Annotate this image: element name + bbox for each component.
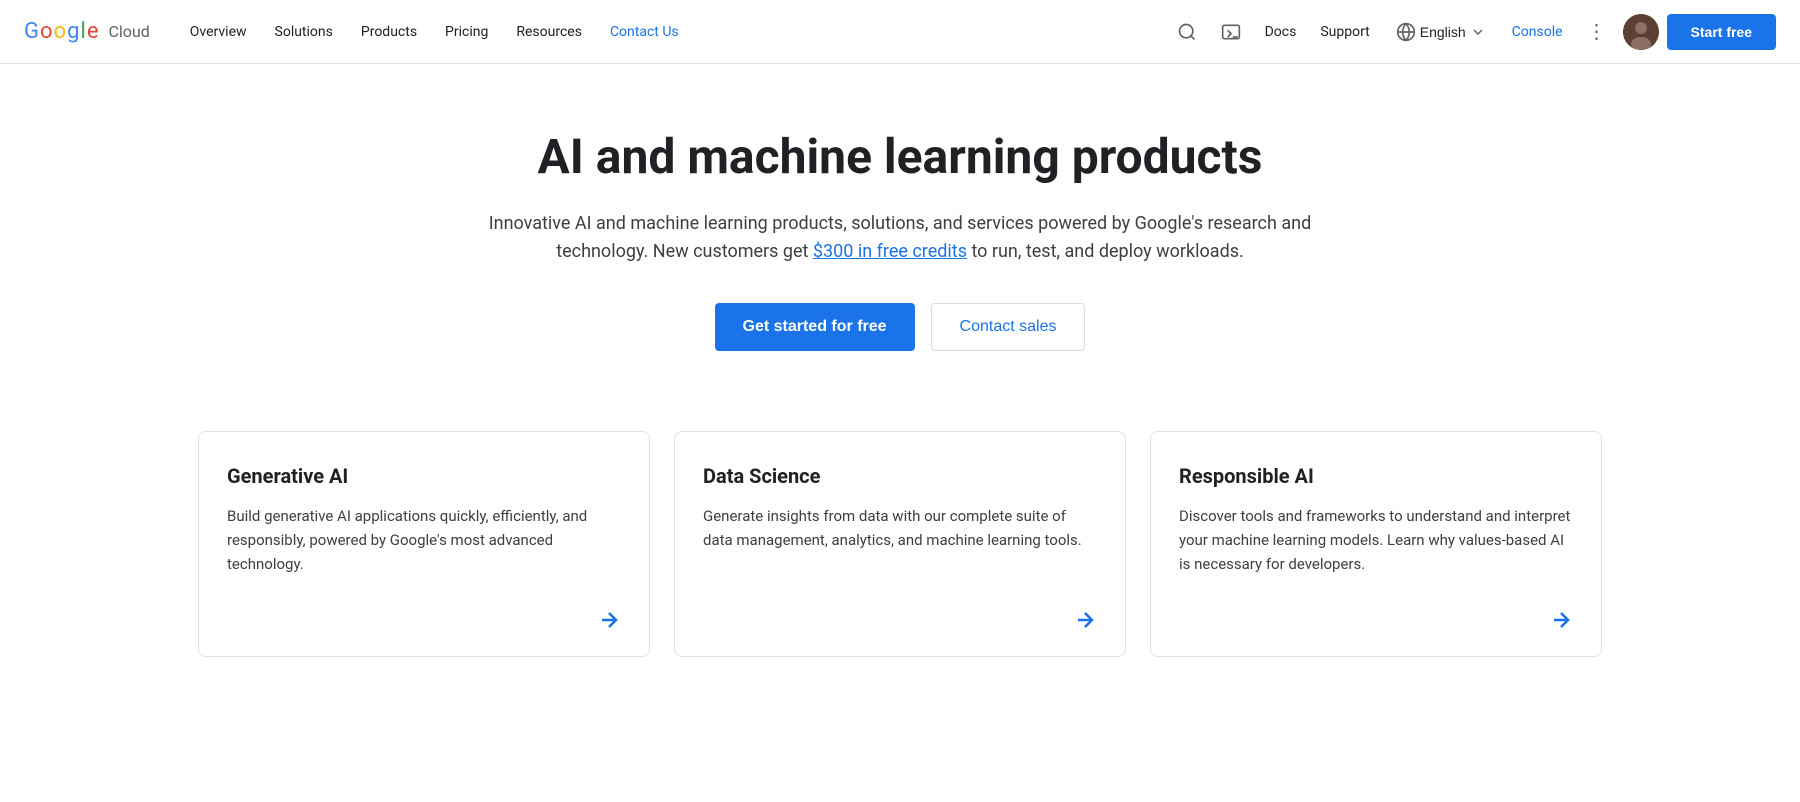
- google-wordmark: Google: [24, 19, 98, 44]
- more-options-button[interactable]: ⋮: [1579, 11, 1615, 52]
- card-desc-responsible-ai: Discover tools and frameworks to underst…: [1179, 504, 1573, 576]
- arrow-right-icon: [597, 608, 621, 632]
- cloud-wordmark: Cloud: [108, 22, 149, 41]
- cards-grid: Generative AI Build generative AI applic…: [198, 431, 1602, 657]
- card-title-generative-ai: Generative AI: [227, 464, 621, 488]
- card-desc-generative-ai: Build generative AI applications quickly…: [227, 504, 621, 576]
- console-link[interactable]: Console: [1504, 16, 1571, 48]
- terminal-button[interactable]: [1213, 14, 1249, 50]
- data-science-card[interactable]: Data Science Generate insights from data…: [674, 431, 1126, 657]
- hero-desc-after: to run, test, and deploy workloads.: [967, 241, 1244, 262]
- language-label: English: [1420, 24, 1466, 40]
- hero-description: Innovative AI and machine learning produ…: [474, 210, 1326, 268]
- logo-link[interactable]: Google Cloud: [24, 19, 150, 44]
- terminal-icon: [1221, 22, 1241, 42]
- arrow-right-icon: [1549, 608, 1573, 632]
- start-free-button[interactable]: Start free: [1667, 14, 1776, 50]
- search-icon: [1177, 22, 1197, 42]
- search-button[interactable]: [1169, 14, 1205, 50]
- generative-ai-card[interactable]: Generative AI Build generative AI applic…: [198, 431, 650, 657]
- language-button[interactable]: English: [1386, 14, 1496, 50]
- chevron-down-icon: [1470, 24, 1486, 40]
- card-arrow-data-science: [703, 608, 1097, 632]
- nav-pricing[interactable]: Pricing: [433, 16, 500, 48]
- nav-resources[interactable]: Resources: [504, 16, 594, 48]
- navbar: Google Cloud Overview Solutions Products…: [0, 0, 1800, 64]
- nav-products[interactable]: Products: [349, 16, 429, 48]
- hero-buttons: Get started for free Contact sales: [474, 303, 1326, 351]
- card-arrow-responsible-ai: [1179, 608, 1573, 632]
- nav-right-section: Docs Support English Console ⋮ Start: [1169, 11, 1776, 52]
- card-title-responsible-ai: Responsible AI: [1179, 464, 1573, 488]
- card-arrow-generative-ai: [227, 608, 621, 632]
- page-title: AI and machine learning products: [474, 128, 1326, 186]
- user-avatar[interactable]: [1623, 14, 1659, 50]
- nav-links: Overview Solutions Products Pricing Reso…: [178, 16, 1169, 48]
- nav-contact-us[interactable]: Contact Us: [598, 16, 691, 48]
- nav-solutions[interactable]: Solutions: [263, 16, 345, 48]
- cards-section: Generative AI Build generative AI applic…: [0, 399, 1800, 721]
- more-options-icon: ⋮: [1587, 19, 1607, 44]
- nav-overview[interactable]: Overview: [178, 16, 259, 48]
- docs-link[interactable]: Docs: [1257, 16, 1305, 48]
- card-desc-data-science: Generate insights from data with our com…: [703, 504, 1097, 576]
- responsible-ai-card[interactable]: Responsible AI Discover tools and framew…: [1150, 431, 1602, 657]
- free-credits-link[interactable]: $300 in free credits: [813, 241, 967, 262]
- support-link[interactable]: Support: [1312, 16, 1377, 48]
- get-started-button[interactable]: Get started for free: [715, 303, 915, 351]
- card-title-data-science: Data Science: [703, 464, 1097, 488]
- globe-icon: [1396, 22, 1416, 42]
- avatar-icon: [1623, 14, 1659, 50]
- arrow-right-icon: [1073, 608, 1097, 632]
- hero-section: AI and machine learning products Innovat…: [0, 64, 1800, 399]
- contact-sales-button[interactable]: Contact sales: [931, 303, 1086, 351]
